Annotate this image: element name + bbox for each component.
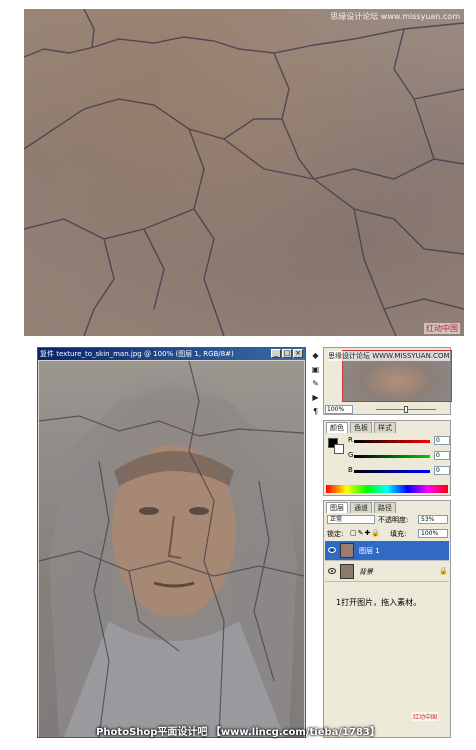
fill-label: 填充:: [390, 530, 407, 538]
layer-thumbnail: [340, 564, 354, 579]
document-title: 复件 texture_to_skin_man.jpg @ 100% (图层 1,…: [40, 350, 234, 358]
blue-channel-slider[interactable]: [354, 470, 430, 473]
document-window: 复件 texture_to_skin_man.jpg @ 100% (图层 1,…: [37, 347, 306, 738]
document-titlebar[interactable]: 复件 texture_to_skin_man.jpg @ 100% (图层 1,…: [38, 348, 305, 360]
layer-row[interactable]: 图层 1: [325, 541, 449, 561]
bottom-watermark-logo: 红动中国: [412, 712, 439, 721]
tab-channels[interactable]: 通道: [350, 502, 372, 513]
green-channel-slider[interactable]: [354, 455, 430, 458]
info-icon[interactable]: ▣: [310, 364, 321, 375]
layers-panel: 图层 通道 路径 正常 不透明度: 53% 锁定: ▢✎✚🔒 填充: 100% …: [323, 500, 451, 738]
layer-row[interactable]: 背景 🔒: [325, 562, 449, 582]
opacity-label: 不透明度:: [378, 516, 409, 524]
zoom-field[interactable]: 100%: [325, 405, 353, 414]
portrait-artwork: [39, 361, 304, 737]
color-panel: 颜色 色板 样式 R 0 G 0 B 0: [323, 420, 451, 496]
brushes-icon[interactable]: ¶: [310, 406, 321, 417]
tab-color[interactable]: 颜色: [326, 422, 348, 433]
blend-mode-select[interactable]: 正常: [327, 515, 375, 524]
history-icon[interactable]: ✎: [310, 378, 321, 389]
tab-swatches[interactable]: 色板: [350, 422, 372, 433]
navigator-panel: 思缘设计论坛 WWW.MISSYUAN.COM 100%: [323, 347, 452, 415]
panel-tool-strip: ◆ ▣ ✎ ▶ ¶: [309, 350, 323, 530]
minimize-button[interactable]: _: [271, 349, 281, 358]
tab-paths[interactable]: 路径: [374, 502, 396, 513]
visibility-eye-icon[interactable]: [328, 547, 336, 553]
opacity-field[interactable]: 53%: [418, 515, 448, 524]
layer-name: 背景: [359, 568, 373, 576]
navigator-icon[interactable]: ◆: [310, 350, 321, 361]
cracked-texture-image: 思缘设计论坛 www.missyuan.com 红动中国: [24, 9, 464, 336]
watermark-text: 思缘设计论坛 www.missyuan.com: [330, 12, 460, 21]
green-channel-value[interactable]: 0: [434, 451, 450, 460]
lock-label: 锁定:: [327, 530, 344, 538]
document-canvas[interactable]: [39, 361, 304, 737]
zoom-slider-handle[interactable]: [404, 406, 408, 413]
green-channel-label: G: [348, 451, 354, 459]
visibility-eye-icon[interactable]: [328, 568, 336, 574]
fill-field[interactable]: 100%: [418, 529, 448, 538]
blue-channel-label: B: [348, 466, 353, 474]
navigator-watermark: 思缘设计论坛 WWW.MISSYUAN.COM: [328, 351, 450, 361]
instruction-note: 1打开图片，拖入素材。: [336, 598, 422, 607]
red-channel-slider[interactable]: [354, 440, 430, 443]
red-channel-value[interactable]: 0: [434, 436, 450, 445]
lock-icon: 🔒: [439, 567, 448, 575]
tab-layers[interactable]: 图层: [326, 502, 348, 513]
crack-lines: [24, 9, 464, 336]
tab-styles[interactable]: 样式: [374, 422, 396, 433]
maximize-button[interactable]: □: [282, 349, 292, 358]
bottom-banner: PhotoShop平面设计吧 【www.lincg.com/tieba/1783…: [96, 727, 380, 738]
watermark-logo: 红动中国: [424, 323, 460, 334]
background-color-swatch[interactable]: [334, 444, 344, 454]
color-spectrum-bar[interactable]: [326, 485, 448, 493]
layer-name: 图层 1: [359, 547, 380, 555]
lock-icons[interactable]: ▢✎✚🔒: [350, 529, 381, 537]
blue-channel-value[interactable]: 0: [434, 466, 450, 475]
red-channel-label: R: [348, 436, 353, 444]
layer-thumbnail: [340, 543, 354, 558]
close-button[interactable]: ×: [293, 349, 303, 358]
actions-icon[interactable]: ▶: [310, 392, 321, 403]
